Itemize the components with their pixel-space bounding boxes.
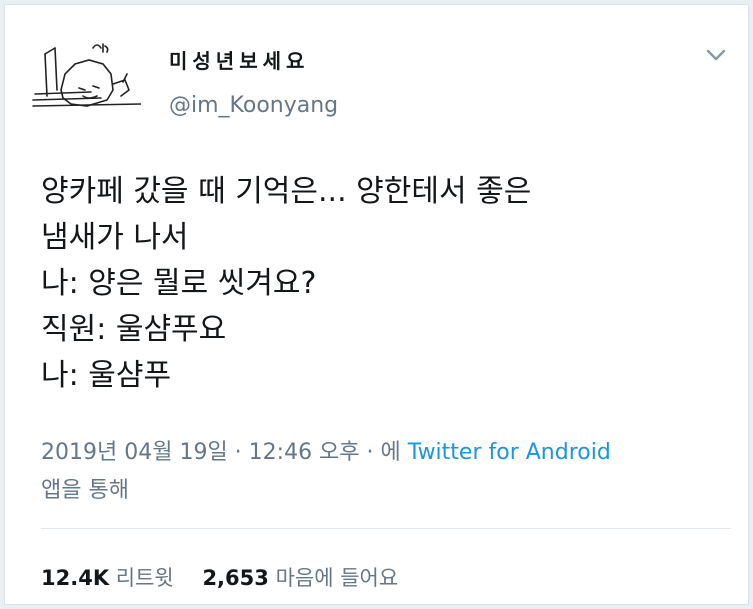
tweet-line: 나: 양은 뭘로 씻겨요? <box>41 266 317 301</box>
user-handle[interactable]: @im_Koonyang <box>169 93 338 118</box>
retweets-count: 12.4K <box>41 566 110 590</box>
source-link[interactable]: Twitter for Android <box>408 440 611 465</box>
tweet-card: 미성년보세요 @im_Koonyang 양카페 갔을 때 기억은... 양한테서… <box>4 4 749 605</box>
display-name[interactable]: 미성년보세요 <box>169 45 309 74</box>
tweet-line: 직원: 울샴푸요 <box>41 312 227 347</box>
likes-count: 2,653 <box>202 566 269 590</box>
likes-label: 마음에 들어요 <box>275 566 399 590</box>
tweet-line: 나: 울샴푸 <box>41 358 172 393</box>
source-suffix: 앱을 통해 <box>41 478 129 503</box>
tweet-stats: 12.4K 리트윗 2,653 마음에 들어요 <box>41 562 420 592</box>
retweets-stat[interactable]: 12.4K 리트윗 <box>41 566 180 590</box>
tweet-text: 양카페 갔을 때 기억은... 양한테서 좋은 냄새가 나서 나: 양은 뭘로 … <box>41 169 731 399</box>
timestamp[interactable]: 2019년 04월 19일 · 12:46 오후 · 에 <box>41 440 401 465</box>
tweet-metadata: 2019년 04월 19일 · 12:46 오후 · 에 Twitter for… <box>41 434 721 510</box>
tweet-line: 냄새가 나서 <box>41 220 189 255</box>
divider <box>41 528 731 529</box>
retweets-label: 리트윗 <box>115 566 174 590</box>
avatar[interactable] <box>31 34 142 124</box>
tweet-line: 양카페 갔을 때 기억은... 양한테서 좋은 <box>41 174 532 209</box>
chevron-down-icon[interactable] <box>702 41 730 69</box>
likes-stat[interactable]: 2,653 마음에 들어요 <box>202 566 398 590</box>
